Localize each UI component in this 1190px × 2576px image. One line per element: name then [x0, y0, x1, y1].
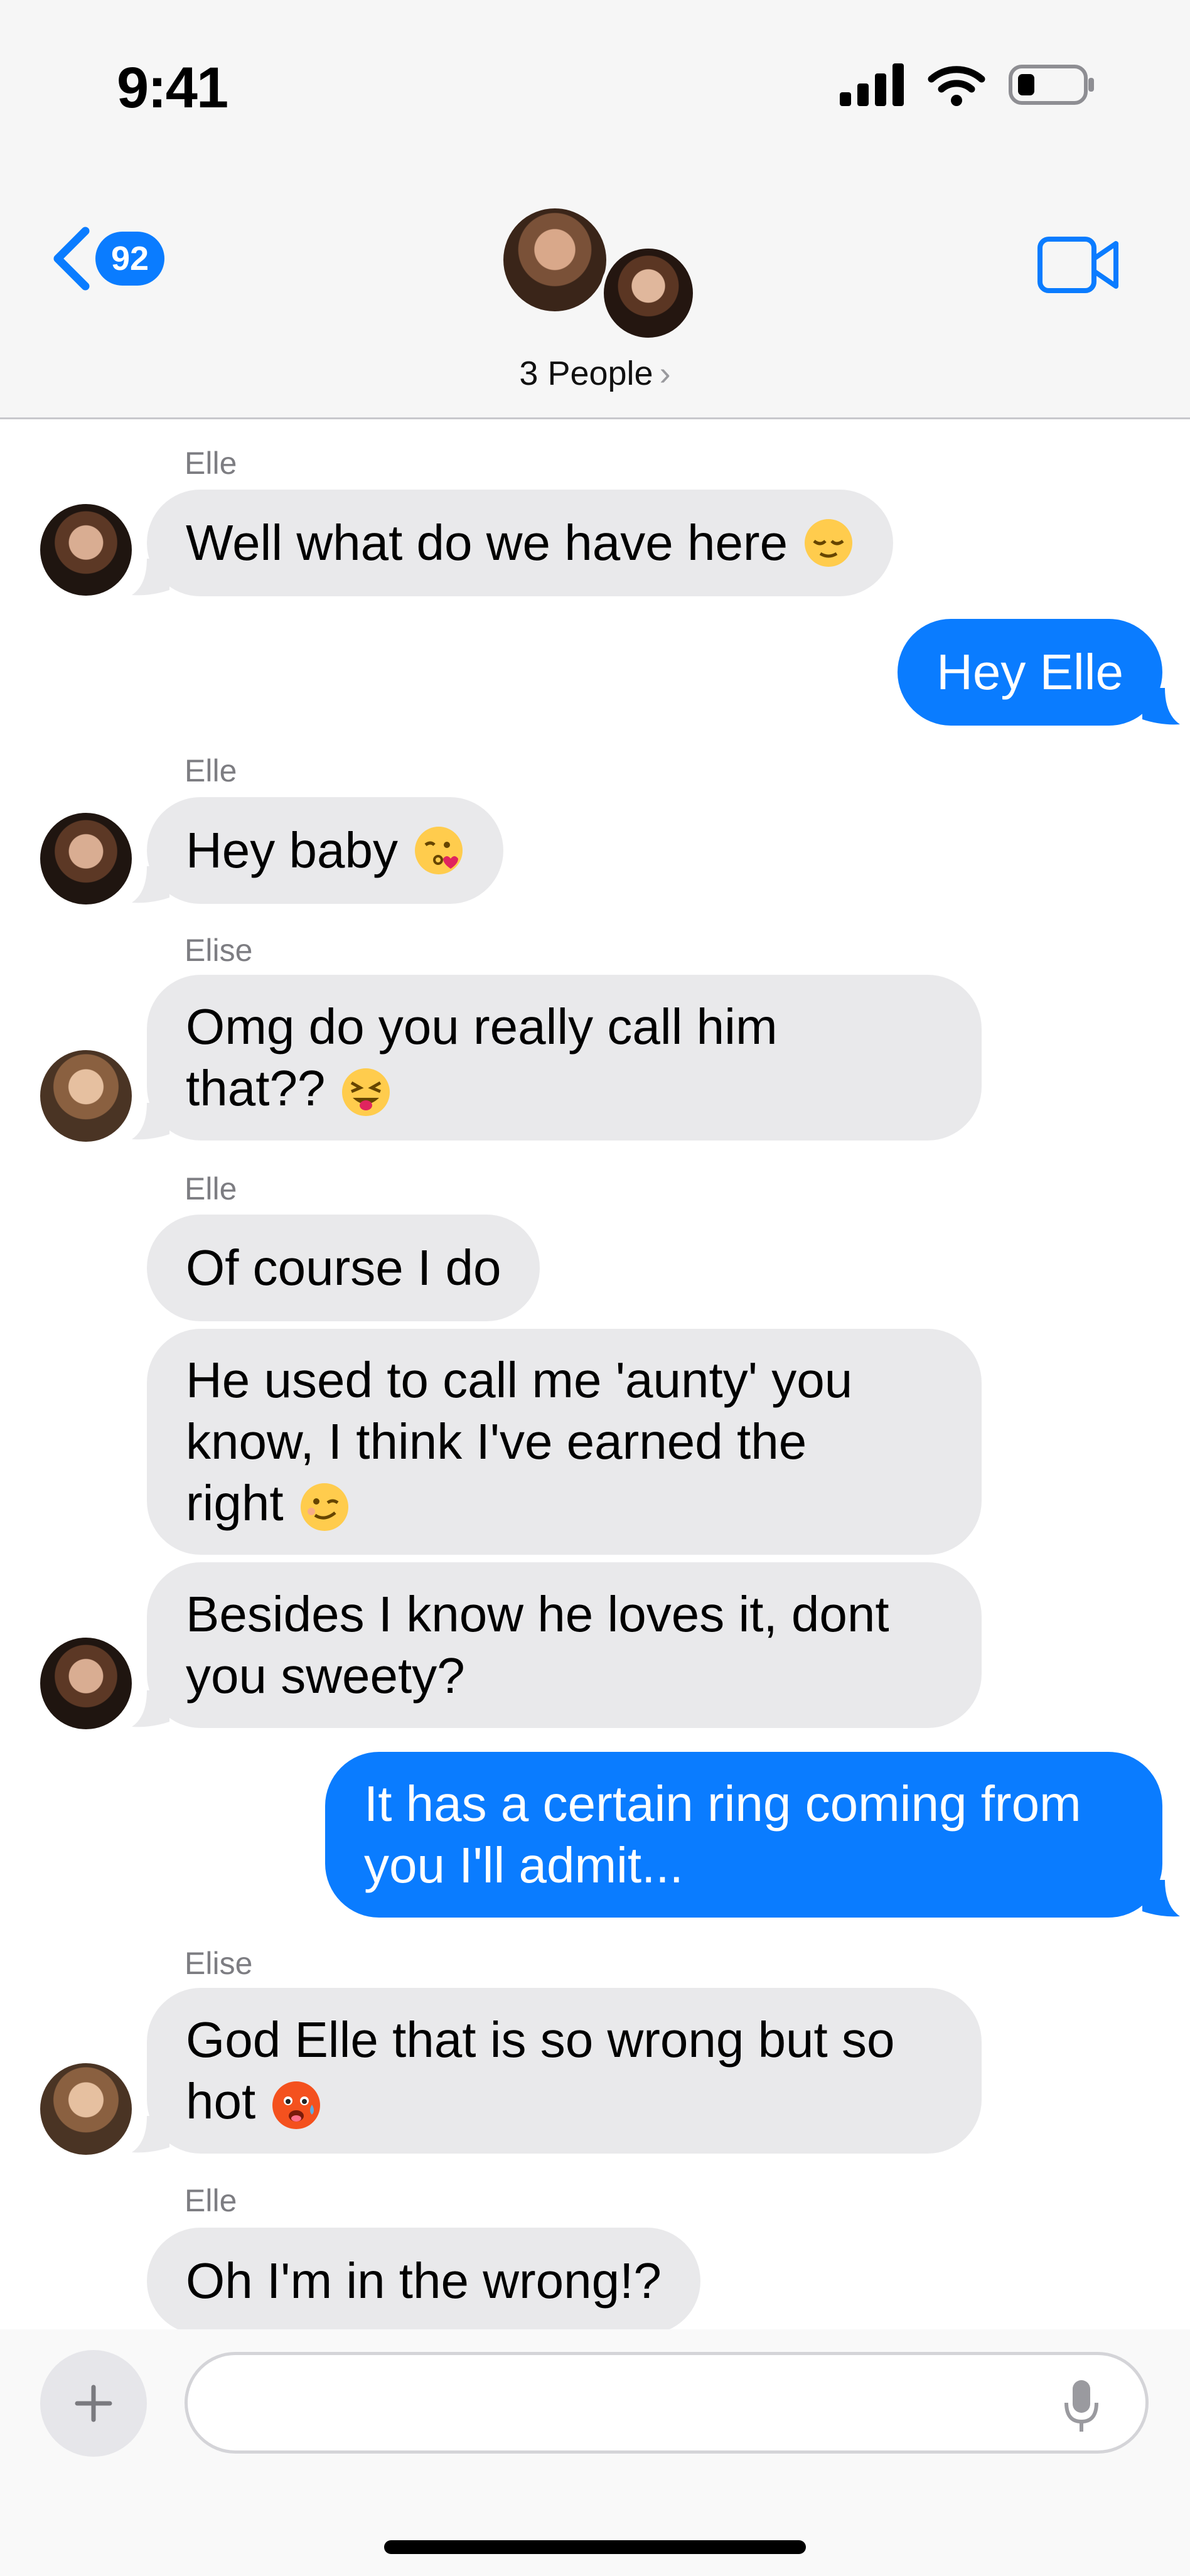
message-text: Well what do we have here	[186, 515, 788, 571]
sender-name: Elle	[185, 446, 237, 481]
message-thread[interactable]: Elle Well what do we have here Hey Elle …	[0, 421, 1190, 2334]
message-text: Hey Elle	[936, 644, 1123, 700]
sender-avatar-elle[interactable]	[40, 504, 132, 596]
conversation-header: 9:41 92 3 People ›	[0, 0, 1190, 419]
battery-icon	[1009, 65, 1094, 105]
message-bubble[interactable]: Hey baby	[132, 797, 503, 904]
message-bubble[interactable]: God Elle that is so wrong but so hot	[132, 1988, 982, 2154]
sender-name: Elle	[185, 753, 237, 788]
message-text: He used to call me 'aunty' you know, I t…	[186, 1350, 852, 1534]
winking-face-icon	[300, 1483, 348, 1531]
message-bubble[interactable]: Oh I'm in the wrong!?	[147, 2228, 700, 2334]
message-bubble[interactable]: Hey Elle	[898, 619, 1180, 726]
group-title-label: 3 People	[519, 355, 653, 392]
message-text: Omg do you really call him that??	[186, 996, 778, 1119]
message-text: God Elle that is so wrong but so hot	[186, 2009, 895, 2132]
chevron-left-icon	[53, 227, 90, 291]
composer-bar	[0, 2329, 1190, 2576]
wifi-icon	[928, 66, 985, 106]
cellular-signal-icon	[840, 63, 904, 106]
avatar-elle	[600, 245, 697, 341]
bubble-tail	[132, 866, 169, 903]
unread-count-badge: 92	[95, 232, 164, 286]
facetime-video-button[interactable]	[1037, 236, 1120, 297]
back-button[interactable]: 92	[49, 226, 164, 291]
message-bubble[interactable]: Of course I do	[147, 1215, 540, 1321]
chevron-right-icon: ›	[659, 355, 671, 392]
bubble-tail	[132, 2116, 169, 2153]
message-bubble[interactable]: It has a certain ring coming from you I'…	[325, 1752, 1180, 1918]
bubble-tail	[132, 559, 169, 596]
plus-icon	[75, 2385, 112, 2422]
sender-avatar-elle[interactable]	[40, 1638, 132, 1729]
group-avatars[interactable]	[500, 205, 700, 343]
message-text: Of course I do	[186, 1240, 501, 1296]
microphone-icon	[1064, 2380, 1098, 2432]
status-time: 9:41	[117, 56, 228, 120]
sender-avatar-elise[interactable]	[40, 1050, 132, 1142]
message-text: Hey baby	[186, 822, 398, 878]
group-title[interactable]: 3 People ›	[0, 354, 1190, 393]
message-bubble[interactable]: Well what do we have here	[132, 490, 894, 596]
relieved-face-icon	[805, 519, 853, 567]
message-bubble[interactable]: Besides I know he loves it, dont you swe…	[132, 1562, 982, 1728]
sender-name: Elle	[185, 2183, 237, 2218]
apps-plus-button[interactable]	[40, 2350, 147, 2457]
kissing-face-with-heart-icon	[414, 827, 463, 874]
squinting-face-with-tongue-icon	[342, 1068, 390, 1116]
message-text: Besides I know he loves it, dont you swe…	[186, 1586, 889, 1704]
bubble-tail	[1142, 1880, 1180, 1917]
status-icons	[840, 63, 1096, 107]
sender-name: Elle	[185, 1171, 237, 1206]
dictation-button[interactable]	[1063, 2378, 1100, 2437]
sender-name: Elise	[185, 1946, 253, 1981]
sender-name: Elise	[185, 933, 253, 968]
hot-face-icon	[272, 2081, 321, 2129]
message-text: It has a certain ring coming from you I'…	[364, 1776, 1081, 1893]
sender-avatar-elise[interactable]	[40, 2063, 132, 2155]
avatar-elise	[500, 205, 610, 315]
video-camera-icon	[1037, 237, 1118, 293]
home-indicator[interactable]	[384, 2540, 806, 2554]
message-text: Oh I'm in the wrong!?	[186, 2253, 662, 2309]
message-bubble[interactable]: Omg do you really call him that??	[132, 975, 982, 1140]
sender-avatar-elle[interactable]	[40, 813, 132, 904]
message-input[interactable]	[185, 2352, 1149, 2454]
bubble-tail	[132, 1690, 169, 1727]
bubble-tail	[1142, 688, 1180, 725]
bubble-tail	[132, 1103, 169, 1140]
message-bubble[interactable]: He used to call me 'aunty' you know, I t…	[147, 1329, 982, 1555]
